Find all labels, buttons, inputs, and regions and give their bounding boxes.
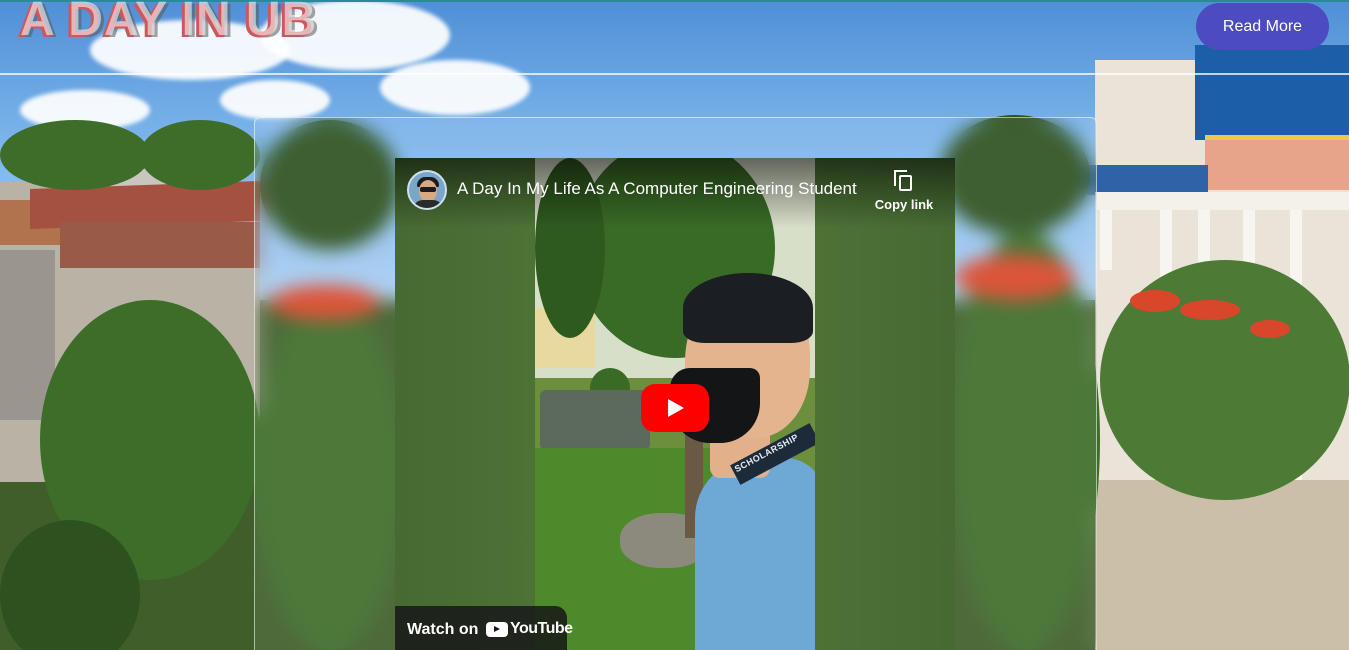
thumbnail-hair bbox=[683, 273, 813, 343]
red-flowers bbox=[1250, 320, 1290, 338]
courtyard-floor bbox=[1095, 480, 1349, 650]
watch-on-youtube-button[interactable]: Watch on YouTube bbox=[395, 606, 573, 650]
read-more-button[interactable]: Read More bbox=[1196, 3, 1329, 50]
red-flowers bbox=[1130, 290, 1180, 312]
video-pillarbox-left bbox=[395, 158, 535, 650]
youtube-embed[interactable]: SCHOLARSHIP A Day In My Life As A Comput… bbox=[395, 158, 955, 650]
building-blue-wall bbox=[1078, 165, 1208, 195]
thumbnail-crowd bbox=[540, 390, 650, 450]
play-icon bbox=[668, 399, 684, 417]
building-blue-facade bbox=[1195, 45, 1349, 140]
youtube-logo-icon bbox=[486, 622, 508, 637]
watch-on-label: Watch on bbox=[407, 621, 479, 638]
video-title-link[interactable]: A Day In My Life As A Computer Engineeri… bbox=[457, 179, 867, 199]
avatar-glasses bbox=[420, 187, 436, 192]
youtube-wordmark: YouTube bbox=[510, 620, 573, 637]
header-divider bbox=[0, 73, 1349, 75]
copy-link-label: Copy link bbox=[874, 197, 934, 212]
video-pillarbox-right bbox=[815, 158, 955, 650]
copy-icon bbox=[894, 170, 914, 194]
site-title: A DAY IN UB bbox=[20, 0, 318, 46]
tree bbox=[0, 120, 150, 190]
column bbox=[1160, 210, 1172, 280]
building-pink-band bbox=[1205, 140, 1349, 190]
cloud bbox=[220, 80, 330, 120]
copy-link-button[interactable]: Copy link bbox=[873, 170, 935, 220]
tree bbox=[140, 120, 260, 190]
thumbnail-shirt bbox=[695, 458, 815, 650]
play-button[interactable] bbox=[641, 384, 709, 432]
column bbox=[1100, 210, 1112, 270]
building-beam bbox=[1095, 192, 1349, 210]
cloud bbox=[380, 60, 530, 115]
red-flowers bbox=[1180, 300, 1240, 320]
channel-avatar[interactable] bbox=[407, 170, 447, 210]
red-roof bbox=[60, 222, 260, 268]
